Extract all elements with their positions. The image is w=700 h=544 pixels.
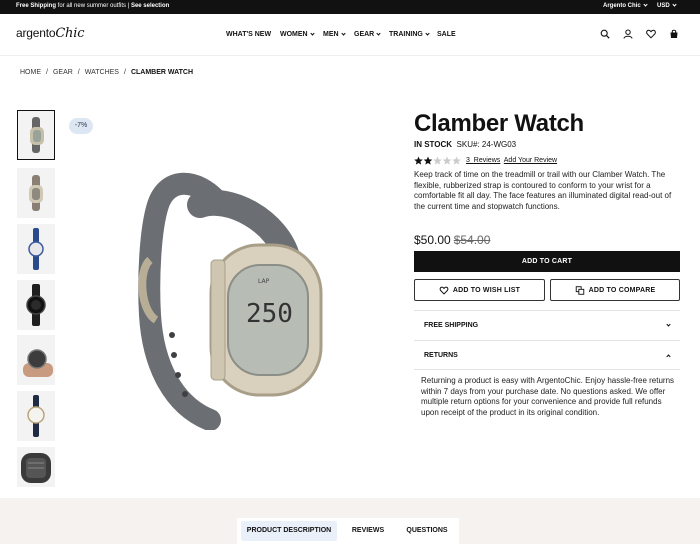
watch-thumbnail-icon (21, 453, 51, 483)
star-icon (414, 156, 423, 165)
tab-product-description[interactable]: PRODUCT DESCRIPTION (241, 521, 337, 541)
logo-script: Chic (55, 26, 85, 41)
product-image: 250 LAP (138, 172, 323, 430)
breadcrumb-gear[interactable]: GEAR (53, 69, 73, 76)
chevron-down-icon (672, 2, 677, 7)
nav-label: WOMEN (280, 31, 308, 38)
compare-icon (575, 285, 584, 295)
promo-bold: Free Shipping (16, 3, 57, 9)
nav-label: SALE (437, 31, 456, 38)
product-title: Clamber Watch (414, 110, 584, 137)
gallery-thumb-7[interactable] (17, 447, 55, 487)
tab-reviews[interactable]: REVIEWS (343, 518, 393, 544)
add-review-link[interactable]: Add Your Review (504, 157, 557, 164)
price: $50.00 $54.00 (414, 233, 490, 247)
product-description: Keep track of time on the treadmill or t… (414, 170, 672, 212)
rating-stars (414, 156, 461, 165)
stock-sku: IN STOCK SKU#: 24-WG03 (414, 140, 516, 149)
account-icon[interactable] (623, 29, 633, 39)
chevron-down-icon (309, 31, 315, 36)
tab-questions[interactable]: QUESTIONS (399, 518, 455, 544)
nav-whats-new[interactable]: WHAT'S NEW (226, 31, 271, 38)
accordion-label: RETURNS (424, 352, 458, 359)
watch-thumbnail-icon (28, 228, 44, 270)
logo-text: argento (16, 26, 56, 40)
currency-switcher[interactable]: USD (657, 2, 677, 9)
nav-sale[interactable]: SALE (437, 31, 456, 38)
svg-text:LAP: LAP (258, 278, 270, 285)
breadcrumb-current: CLAMBER WATCH (130, 69, 194, 76)
chevron-down-icon (340, 31, 346, 36)
watch-thumbnail-icon (26, 284, 46, 326)
chevron-down-icon (376, 31, 381, 36)
discount-badge: -7% (69, 118, 93, 134)
returns-content: Returning a product is easy with Argento… (421, 376, 675, 418)
promo-body: for all new summer outfits | (56, 3, 131, 9)
sku-label: SKU#: (456, 140, 480, 149)
heart-icon (439, 286, 449, 295)
wishlist-icon[interactable] (646, 29, 656, 39)
reviews-links: 3 Reviews Add Your Review (466, 157, 557, 164)
reviews-link[interactable]: 3 Reviews (466, 157, 500, 164)
site-header: argentoChic WHAT'S NEW WOMEN MEN GEAR TR… (0, 14, 700, 56)
promo-link[interactable]: See selection (131, 3, 169, 9)
breadcrumb-home[interactable]: HOME (20, 69, 41, 76)
gallery-thumb-1[interactable] (17, 110, 55, 160)
promo-text: Free Shipping for all new summer outfits… (16, 3, 169, 9)
nav-label: GEAR (354, 31, 375, 38)
add-to-compare-button[interactable]: ADD TO COMPARE (550, 279, 680, 301)
accordion-free-shipping[interactable]: FREE SHIPPING (414, 310, 680, 340)
star-icon (452, 156, 461, 165)
cart-icon[interactable] (669, 29, 679, 39)
accordion-returns[interactable]: RETURNS (414, 340, 680, 370)
svg-text:250: 250 (246, 299, 293, 329)
product-tabs: PRODUCT DESCRIPTION REVIEWS QUESTIONS (237, 518, 459, 544)
gallery-thumb-5[interactable] (17, 335, 55, 385)
gallery-thumb-4[interactable] (17, 280, 55, 330)
currency-label: USD (657, 3, 670, 9)
nav-label: TRAINING (389, 31, 423, 38)
logo[interactable]: argentoChic (16, 26, 84, 41)
gallery-thumb-6[interactable] (17, 391, 55, 441)
chevron-down-icon (643, 2, 648, 7)
add-to-wishlist-button[interactable]: ADD TO WISH LIST (414, 279, 545, 301)
star-icon (423, 156, 433, 165)
breadcrumb-watches[interactable]: WATCHES (85, 69, 119, 76)
wishlist-label: ADD TO WISH LIST (452, 286, 521, 294)
star-icon (433, 156, 442, 165)
compare-label: ADD TO COMPARE (588, 286, 656, 294)
nav-label: WHAT'S NEW (226, 31, 272, 38)
gallery-thumb-2[interactable] (17, 168, 55, 218)
watch-thumbnail-icon (23, 349, 53, 377)
promo-bar: Free Shipping for all new summer outfits… (0, 0, 700, 14)
gallery-thumb-3[interactable] (17, 224, 55, 274)
accordion-label: FREE SHIPPING (424, 322, 479, 329)
search-icon[interactable] (600, 29, 610, 39)
store-label: Argento Chic (603, 3, 641, 9)
chevron-down-icon (666, 322, 671, 329)
nav-gear[interactable]: GEAR (354, 31, 381, 38)
current-price: $50.00 (414, 233, 451, 247)
reviews-label: Reviews (473, 157, 501, 164)
store-switcher[interactable]: Argento Chic (603, 2, 648, 9)
watch-thumbnail-icon (27, 395, 45, 437)
star-icon (442, 156, 452, 165)
nav-training[interactable]: TRAINING (389, 31, 430, 38)
old-price: $54.00 (453, 233, 491, 247)
review-count: 3 (466, 157, 470, 164)
chevron-down-icon (425, 31, 430, 36)
breadcrumb: HOME / GEAR / WATCHES / CLAMBER WATCH (20, 69, 194, 76)
nav-women[interactable]: WOMEN (280, 31, 315, 38)
sku-value: 24-WG03 (481, 140, 517, 149)
stock-status: IN STOCK (414, 140, 453, 149)
watch-thumbnail-icon (29, 175, 43, 211)
nav-label: MEN (323, 31, 339, 38)
nav-men[interactable]: MEN (323, 31, 346, 38)
watch-thumbnail-icon (30, 117, 44, 153)
chevron-up-icon (666, 352, 671, 359)
add-to-cart-button[interactable]: ADD TO CART (414, 251, 680, 272)
